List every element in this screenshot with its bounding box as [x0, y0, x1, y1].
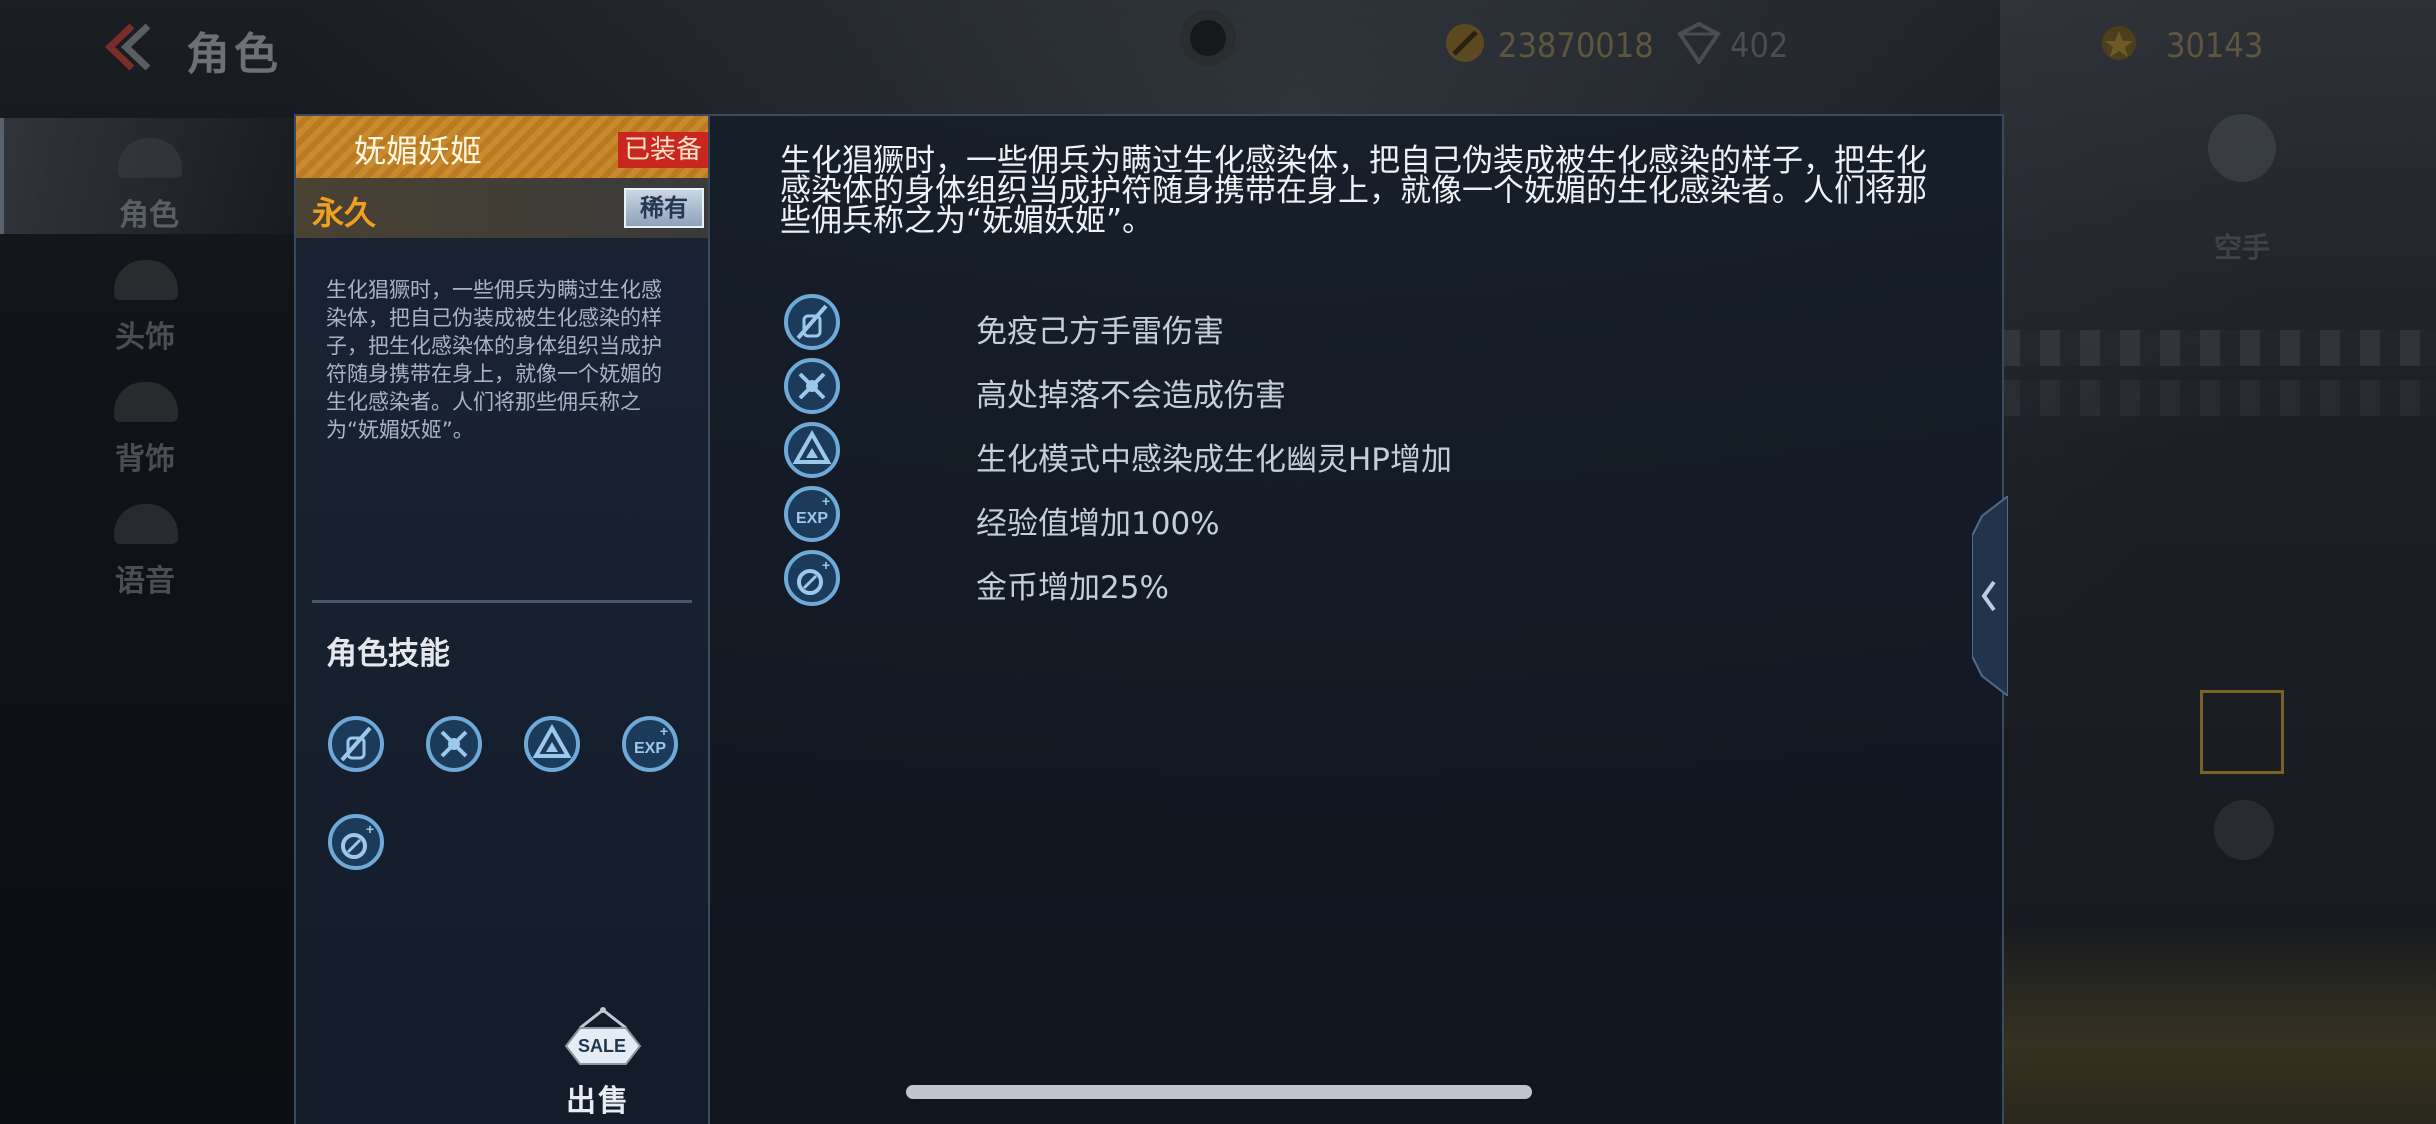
wolf-emblem-icon [2214, 800, 2274, 860]
voice-icon [114, 504, 178, 544]
sidebar-item-backwear[interactable]: 背饰 [0, 362, 290, 478]
fall-damage-icon[interactable] [424, 714, 484, 774]
exp-boost-icon[interactable]: EXP + [620, 714, 680, 774]
game-screen: 角色 23870018 402 30143 角色 头饰 背饰 语音 空手 妩媚妖… [0, 0, 2436, 1124]
sale-sign-text: SALE [578, 1036, 627, 1056]
item-long-description: 生化猖獗时，一些佣兵为瞒过生化感染体，把自己伪装成被生化感染的样子，把生化感染体… [780, 143, 1927, 239]
skills-title: 角色技能 [326, 636, 450, 672]
collapse-panel-tab[interactable] [1972, 496, 2008, 696]
rarity-badge: 稀有 [624, 188, 704, 228]
svg-text:+: + [660, 723, 668, 739]
sell-label: 出售 [566, 1084, 630, 1119]
sidebar-item-label: 角色 [119, 198, 179, 233]
equipped-badge: 已装备 [617, 132, 708, 168]
sidebar-item-voice[interactable]: 语音 [0, 484, 290, 600]
back-arrow-icon[interactable] [96, 22, 156, 72]
item-duration: 永久 [312, 194, 377, 232]
diamond-count: 402 [1730, 26, 1789, 66]
grenade-immune-icon [784, 294, 840, 350]
coin-boost-icon: + [784, 550, 840, 606]
home-indicator[interactable] [906, 1085, 1532, 1099]
coin-boost-icon[interactable]: + [326, 812, 386, 872]
honor-coin-count: 30143 [2166, 26, 2264, 66]
honor-coin-icon [2102, 26, 2136, 60]
sidebar-item-headwear[interactable]: 头饰 [0, 240, 290, 356]
ghost-hp-icon [784, 422, 840, 478]
grenade-immune-icon[interactable] [326, 714, 386, 774]
gamepad-icon[interactable] [2208, 114, 2276, 182]
svg-text:EXP: EXP [796, 510, 828, 527]
gold-coin-icon [1446, 24, 1484, 62]
background-stripe [2000, 380, 2436, 416]
empty-hand-label: 空手 [2214, 231, 2271, 264]
sidebar-item-character[interactable]: 角色 [0, 118, 294, 234]
feature-text: 经验值增加100% [976, 506, 1220, 542]
sidebar-item-label: 语音 [115, 564, 175, 599]
gold-coin-count: 23870018 [1498, 26, 1654, 66]
item-name: 妩媚妖姬 [354, 132, 483, 170]
feature-text: 免疫己方手雷伤害 [976, 314, 1224, 350]
headwear-icon [114, 260, 178, 300]
divider [312, 600, 692, 603]
backwear-icon [114, 382, 178, 422]
page-title: 角色 [186, 29, 282, 80]
item-detail-panel: 妩媚妖姬 已装备 永久 稀有 生化猖獗时，一些佣兵为瞒过生化感染体，把自己伪装成… [294, 114, 2004, 1124]
feature-text: 生化模式中感染成生化幽灵HP增加 [976, 442, 1453, 478]
mask-icon[interactable] [2200, 690, 2284, 774]
item-summary: 妩媚妖姬 已装备 永久 稀有 生化猖獗时，一些佣兵为瞒过生化感染体，把自己伪装成… [296, 116, 710, 1124]
diamond-icon [1677, 22, 1721, 64]
background-stripe [2000, 330, 2436, 366]
svg-text:EXP: EXP [634, 740, 666, 757]
ghost-hp-icon[interactable] [522, 714, 582, 774]
fall-damage-icon [784, 358, 840, 414]
item-short-description: 生化猖獗时，一些佣兵为瞒过生化感染体，把自己伪装成被生化感染的样子，把生化感染体… [326, 278, 662, 442]
exp-boost-icon: EXP + [784, 486, 840, 542]
item-name-bar: 妩媚妖姬 已装备 [296, 116, 708, 178]
rank-badge-icon [1180, 10, 1236, 66]
background-track [2000, 924, 2436, 1124]
feature-text: 高处掉落不会造成伤害 [976, 378, 1286, 414]
sidebar: 角色 头饰 背饰 语音 [0, 118, 294, 618]
svg-text:+: + [822, 493, 830, 509]
sell-button[interactable]: SALE 出售 [558, 1006, 648, 1119]
svg-text:+: + [366, 821, 374, 837]
feature-text: 金币增加25% [976, 570, 1169, 606]
sidebar-item-label: 头饰 [115, 320, 175, 355]
character-icon [118, 138, 182, 178]
top-bar: 角色 23870018 402 30143 [0, 0, 2436, 100]
sidebar-item-label: 背饰 [115, 442, 175, 477]
duration-bar: 永久 稀有 [296, 178, 708, 238]
svg-text:+: + [822, 557, 830, 573]
